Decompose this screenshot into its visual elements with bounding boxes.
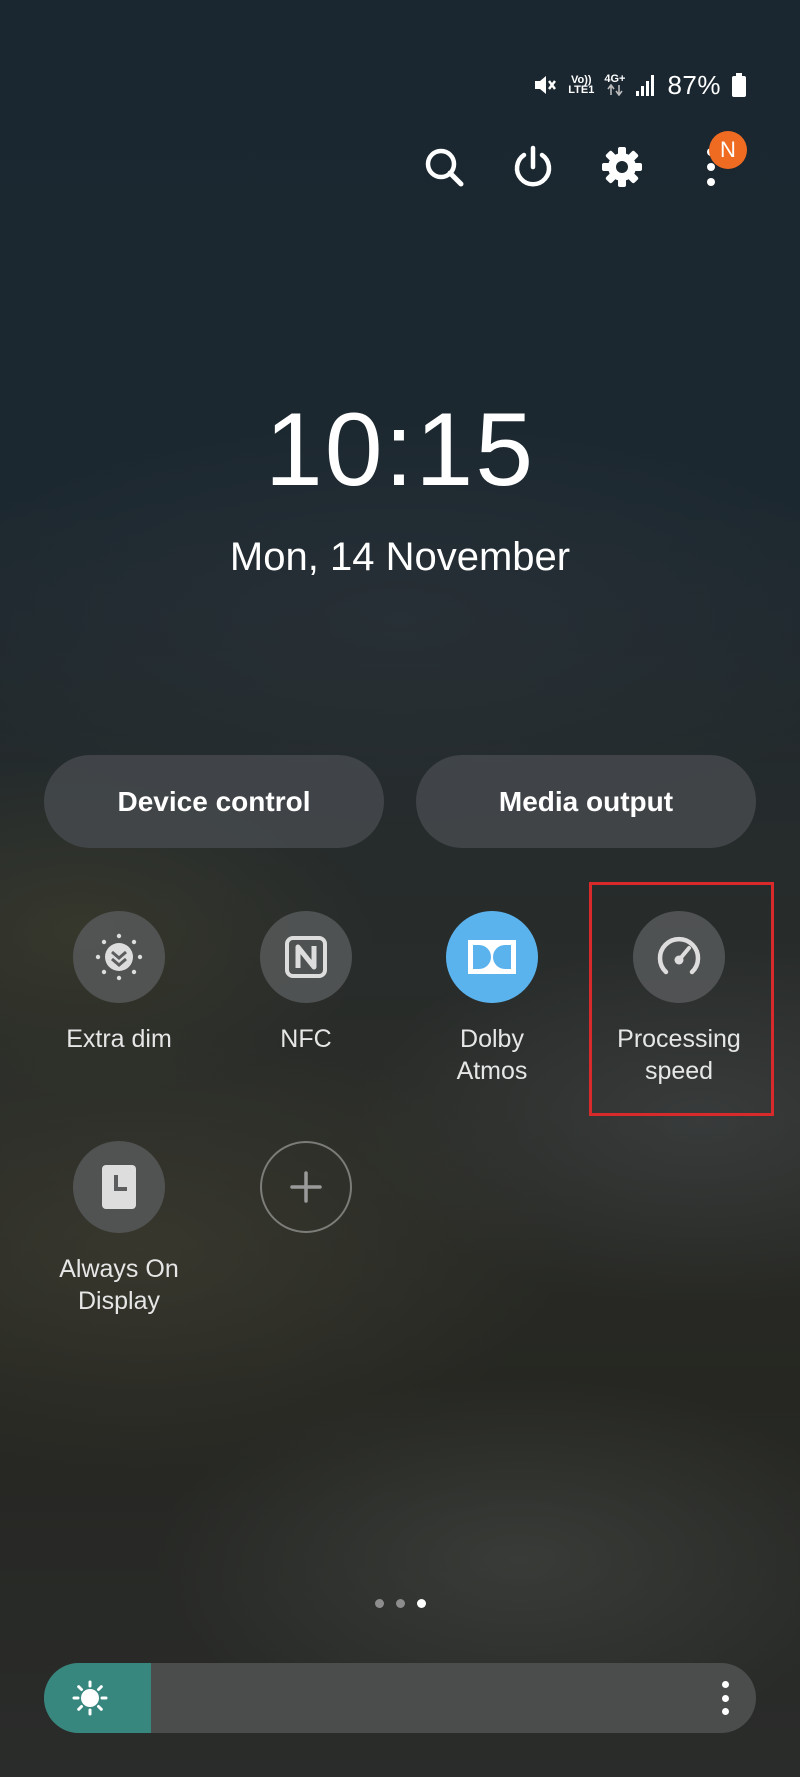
battery-icon: [732, 73, 746, 97]
page-dot[interactable]: [395, 1599, 405, 1608]
settings-button[interactable]: [597, 142, 647, 192]
device-control-button[interactable]: Device control: [44, 755, 384, 848]
tile-dolby-atmos-label: Dolby Atmos: [456, 1025, 528, 1085]
highlight-box: [589, 882, 774, 1116]
tile-extra-dim[interactable]: Extra dim: [39, 911, 199, 1055]
tile-nfc-circle[interactable]: [260, 911, 352, 1003]
tile-add[interactable]: [226, 1141, 386, 1233]
tile-always-on-display-circle[interactable]: [73, 1141, 165, 1233]
dolby-icon: [468, 940, 516, 974]
menu-dot: [721, 1694, 729, 1702]
mute-icon: [535, 76, 557, 94]
notification-badge: N: [709, 131, 747, 169]
tile-nfc-label: NFC: [280, 1025, 332, 1053]
tile-always-on-display-label: Always On Display: [59, 1255, 179, 1315]
brightness-slider[interactable]: [44, 1663, 756, 1733]
data-arrows-icon: [607, 84, 623, 96]
sun-icon: [72, 1680, 108, 1716]
media-output-button[interactable]: Media output: [416, 755, 756, 848]
volte-indicator: Vo)) LTE1: [568, 75, 595, 96]
search-button[interactable]: [419, 142, 469, 192]
page-indicator: [0, 1599, 800, 1608]
lte-label: LTE1: [568, 84, 595, 96]
network-indicator: 4G+: [604, 74, 625, 96]
network-label: 4G+: [604, 73, 626, 85]
tile-dolby-atmos[interactable]: Dolby Atmos: [412, 911, 572, 1087]
menu-dot: [721, 1708, 729, 1715]
clock-icon: [102, 1165, 136, 1209]
battery-percent: 87%: [667, 69, 721, 100]
add-tile-button[interactable]: [260, 1141, 352, 1233]
clock-date: Mon, 14 November: [229, 535, 571, 579]
power-button[interactable]: [508, 142, 558, 192]
search-icon: [425, 148, 464, 187]
menu-dot: [721, 1681, 729, 1688]
extra-dim-icon: [95, 933, 143, 981]
status-bar: Vo)) LTE1 4G+ 87%: [532, 70, 747, 100]
nfc-icon: [285, 936, 327, 978]
clock-time: 10:15: [264, 392, 536, 508]
page-dot-active[interactable]: [416, 1599, 426, 1608]
tile-extra-dim-circle[interactable]: [73, 911, 165, 1003]
tile-nfc[interactable]: NFC: [226, 911, 386, 1055]
plus-icon: [290, 1171, 322, 1203]
tile-always-on-display[interactable]: Always On Display: [39, 1141, 199, 1317]
tile-dolby-atmos-circle[interactable]: [446, 911, 538, 1003]
signal-icon: [636, 75, 655, 96]
tile-extra-dim-label: Extra dim: [66, 1025, 172, 1053]
gear-icon: [602, 147, 642, 187]
page-dot[interactable]: [374, 1599, 384, 1608]
power-icon: [514, 145, 552, 187]
brightness-menu-button[interactable]: [720, 1681, 730, 1715]
